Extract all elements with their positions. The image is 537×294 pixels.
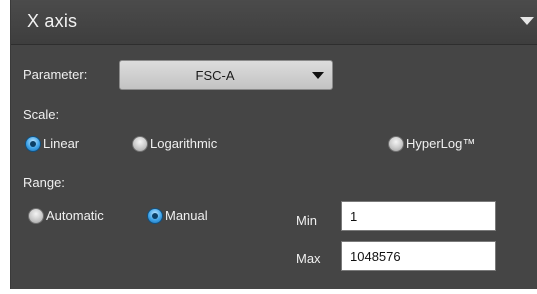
parameter-dropdown[interactable]: FSC-A <box>119 60 333 90</box>
scale-linear-radio[interactable]: Linear <box>25 136 105 154</box>
panel-title: X axis <box>27 11 78 31</box>
radio-selected-icon <box>147 208 163 224</box>
radio-unselected-icon <box>388 136 404 152</box>
min-label: Min <box>296 213 317 228</box>
range-automatic-radio[interactable]: Automatic <box>28 208 128 226</box>
collapse-triangle-icon[interactable] <box>520 16 534 26</box>
scale-hyperlog-label: HyperLog™ <box>406 136 476 151</box>
scale-logarithmic-label: Logarithmic <box>150 136 218 151</box>
range-label: Range: <box>23 175 65 190</box>
scale-hyperlog-radio[interactable]: HyperLog™ <box>388 136 498 154</box>
max-label: Max <box>296 251 321 266</box>
x-axis-panel: X axis Parameter: FSC-A Scale: Linear Lo… <box>10 0 537 289</box>
panel-header[interactable]: X axis <box>11 0 537 45</box>
parameter-label: Parameter: <box>23 67 88 82</box>
scale-label: Scale: <box>23 107 60 122</box>
range-automatic-label: Automatic <box>46 208 104 223</box>
range-manual-radio[interactable]: Manual <box>147 208 237 226</box>
max-input[interactable] <box>341 241 496 271</box>
scale-logarithmic-radio[interactable]: Logarithmic <box>132 136 242 154</box>
radio-selected-icon <box>25 136 41 152</box>
radio-unselected-icon <box>28 208 44 224</box>
dropdown-arrow-icon <box>312 72 324 79</box>
radio-unselected-icon <box>132 136 148 152</box>
scale-linear-label: Linear <box>43 136 80 151</box>
parameter-selected-value: FSC-A <box>195 68 235 83</box>
min-input[interactable] <box>341 201 496 231</box>
range-manual-label: Manual <box>165 208 208 223</box>
